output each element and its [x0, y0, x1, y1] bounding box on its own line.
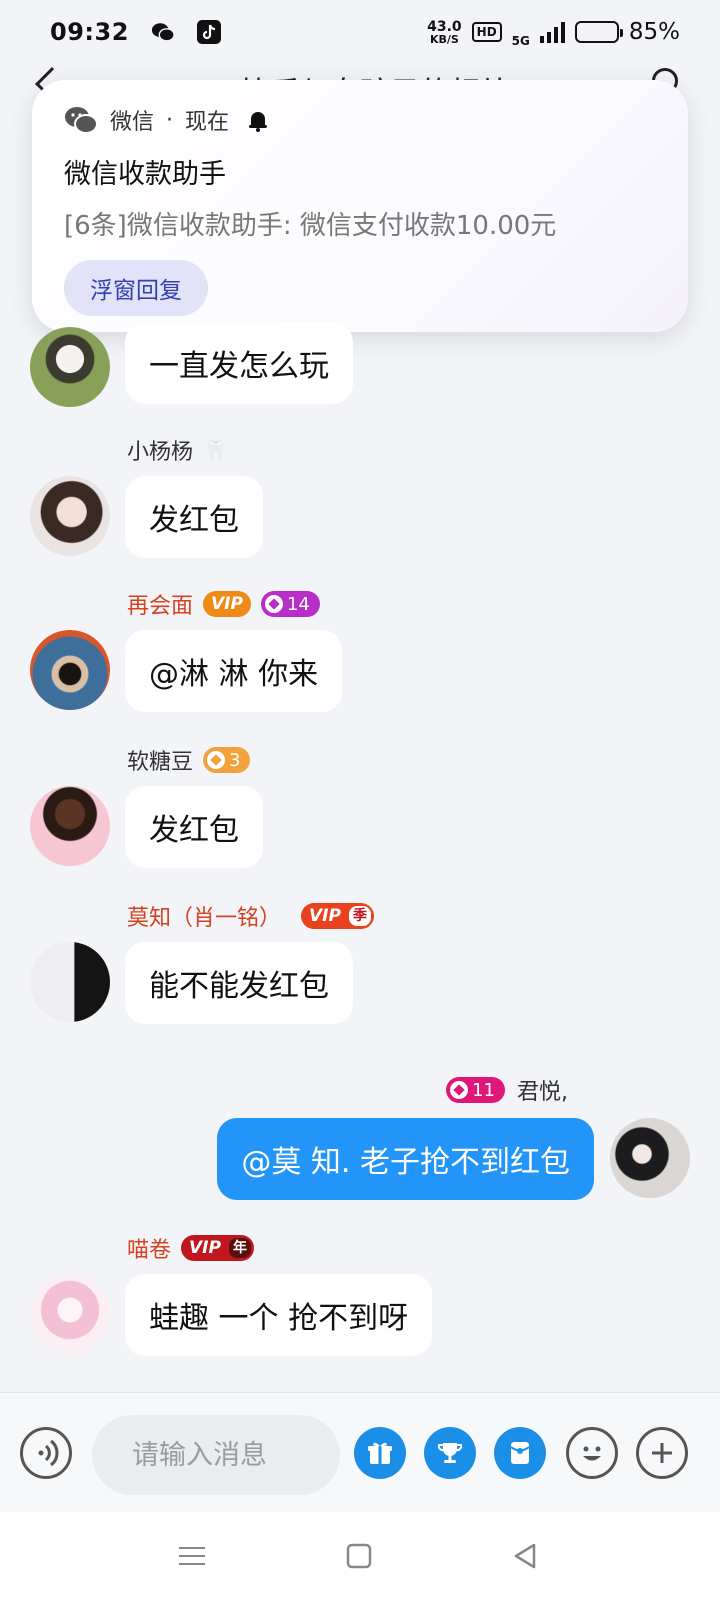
sender-name: 小杨杨 [127, 440, 194, 465]
status-time: 09:32 [50, 18, 129, 46]
tiktok-icon [196, 20, 221, 44]
net-speed: 43.0 KB/S [427, 18, 462, 46]
sender-name: 莫知（肖一铭） [127, 906, 282, 931]
sender-name: 君悦, [517, 1080, 568, 1105]
message-bubble[interactable]: 一直发怎么玩 [125, 322, 353, 404]
sender-line: 小杨杨 🦷 [127, 434, 228, 466]
sender-line: 喵卷 VIP 年 [127, 1232, 254, 1264]
voice-icon[interactable] [20, 1427, 72, 1479]
sender-line: 莫知（肖一铭） VIP 季 [127, 900, 374, 932]
notification-body: [6条]微信收款助手: 微信支付收款10.00元 [64, 211, 557, 241]
system-nav-bar [0, 1512, 720, 1600]
menu-icon[interactable] [178, 1542, 206, 1570]
vip-badge: VIP [203, 591, 251, 617]
back-icon[interactable] [512, 1542, 540, 1570]
network-type: 5G [511, 34, 530, 48]
input-bar [0, 1392, 720, 1512]
notification-title: 微信收款助手 [64, 159, 226, 190]
message-row: 喵卷 VIP 年 蛙趣 一个 抢不到呀 [0, 1232, 720, 1362]
floating-reply-button[interactable]: 浮窗回复 [64, 260, 208, 316]
emoji-icon[interactable] [566, 1427, 618, 1479]
sender-line: 11 君悦, [446, 1074, 568, 1106]
avatar[interactable] [30, 476, 110, 556]
battery-percent: 85% [628, 19, 680, 45]
gift-icon[interactable] [354, 1427, 406, 1479]
message-row: 小杨杨 🦷 发红包 [0, 434, 720, 564]
message-bubble[interactable]: 蛙趣 一个 抢不到呀 [125, 1274, 433, 1356]
sender-line: 软糖豆 3 [127, 744, 251, 776]
sender-name: 再会面 [127, 594, 194, 619]
wechat-notification[interactable]: 微信 · 现在 微信收款助手 [6条]微信收款助手: 微信支付收款10.00元 … [32, 80, 688, 332]
avatar[interactable] [30, 327, 110, 407]
vip-badge: VIP 年 [181, 1235, 254, 1261]
vip-badge: VIP 季 [301, 903, 374, 929]
avatar[interactable] [610, 1118, 690, 1198]
hd-badge: HD [471, 22, 502, 42]
sender-line: 再会面 VIP 14 [127, 588, 320, 620]
message-input[interactable] [92, 1415, 340, 1495]
avatar[interactable] [30, 1274, 110, 1354]
level-badge: 11 [446, 1077, 505, 1103]
sender-name: 软糖豆 [127, 750, 194, 775]
plus-icon[interactable] [636, 1427, 688, 1479]
notification-app-name: 微信 [110, 110, 155, 135]
battery-icon [574, 21, 623, 43]
notification-time: 现在 [185, 110, 230, 135]
message-bubble[interactable]: 发红包 [125, 476, 263, 558]
red-packet-icon[interactable] [494, 1427, 546, 1479]
level-badge: 14 [260, 591, 320, 617]
bell-icon [245, 107, 271, 133]
status-bar: 09:32 43.0 KB/S HD 5G 85% [0, 0, 720, 64]
message-bubble[interactable]: @淋 淋 你来 [125, 630, 343, 712]
wechat-icon [151, 20, 175, 44]
signal-icon [539, 21, 565, 43]
trophy-icon[interactable] [424, 1427, 476, 1479]
message-row: 一直发怎么玩 [0, 322, 720, 412]
home-icon[interactable] [345, 1542, 373, 1570]
message-row: 再会面 VIP 14 @淋 淋 你来 [0, 588, 720, 718]
avatar[interactable] [30, 630, 110, 710]
avatar[interactable] [30, 786, 110, 866]
sender-name: 喵卷 [127, 1238, 172, 1263]
tooth-emoji-icon: 🦷 [203, 438, 228, 462]
avatar[interactable] [30, 942, 110, 1022]
message-bubble[interactable]: 能不能发红包 [125, 942, 353, 1024]
message-bubble[interactable]: 发红包 [125, 786, 263, 868]
message-row: 莫知（肖一铭） VIP 季 能不能发红包 [0, 900, 720, 1030]
separator-dot: · [166, 107, 174, 133]
message-row: 软糖豆 3 发红包 [0, 744, 720, 874]
level-badge: 3 [203, 747, 251, 773]
message-row-self: 11 君悦, @莫 知. 老子抢不到红包 [0, 1074, 720, 1204]
message-bubble[interactable]: @莫 知. 老子抢不到红包 [217, 1118, 594, 1200]
wechat-icon [64, 106, 98, 134]
